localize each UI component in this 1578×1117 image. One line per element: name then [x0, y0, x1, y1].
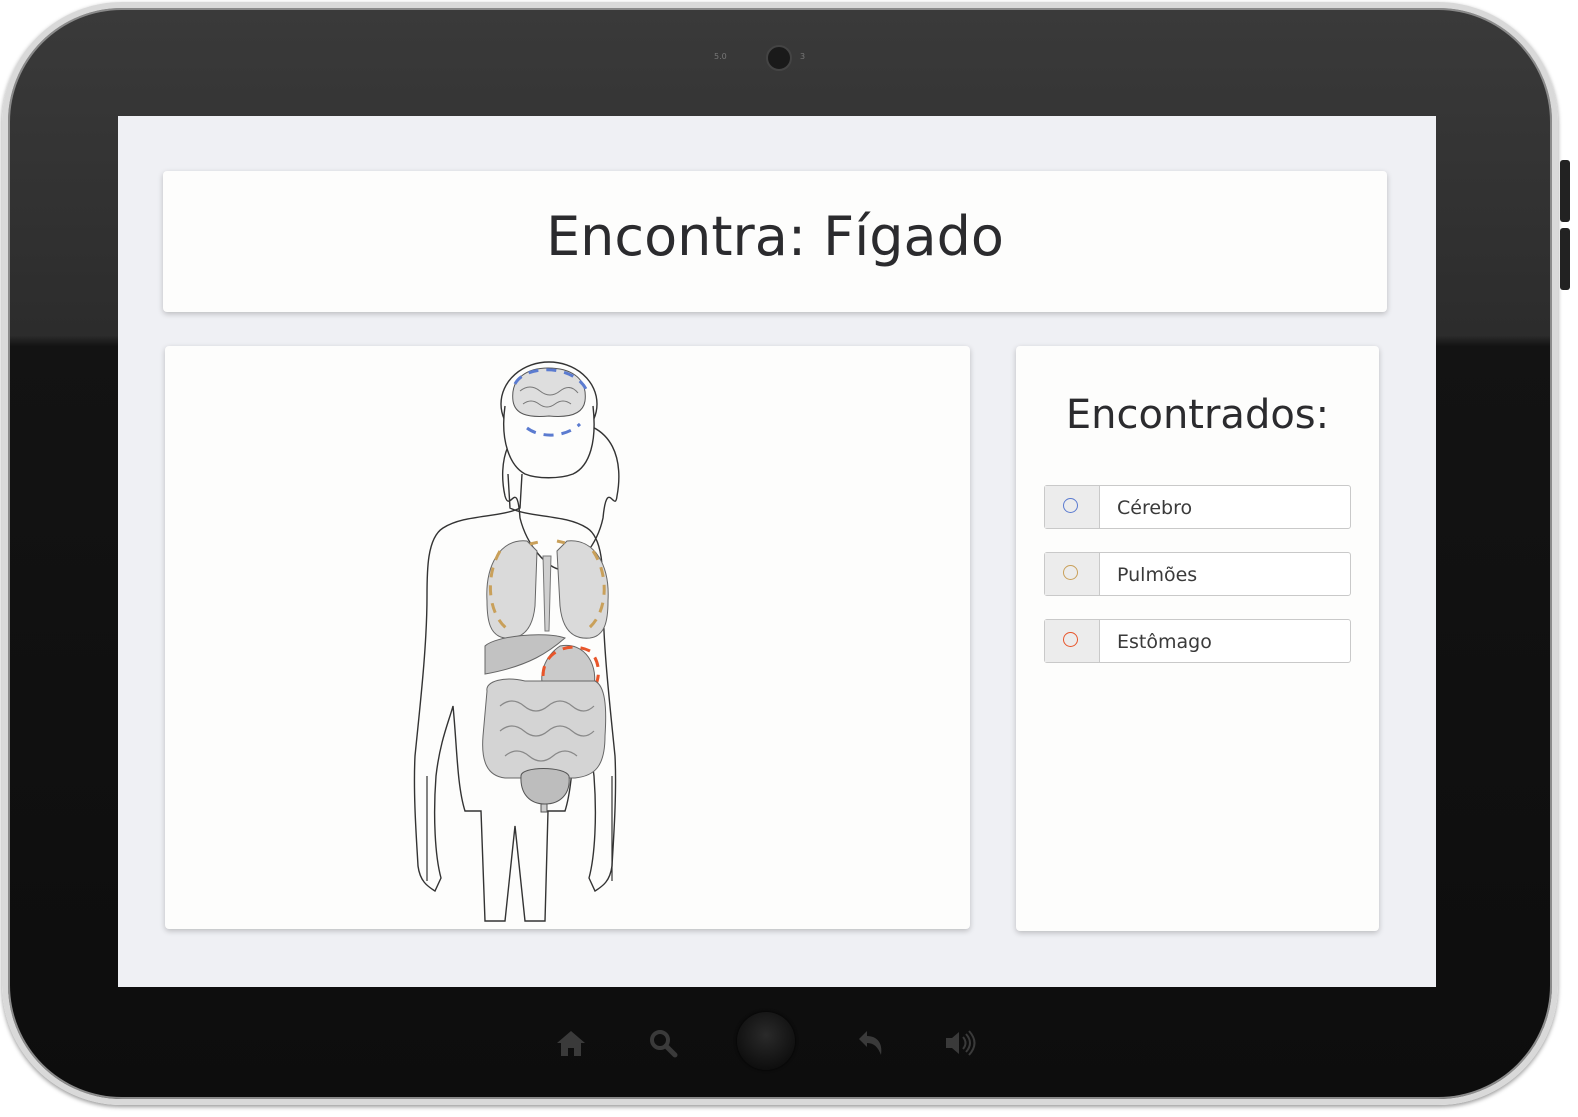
found-panel-title: Encontrados:: [1065, 392, 1330, 438]
lungs-organ: [486, 540, 538, 639]
volume-icon[interactable]: [942, 1025, 978, 1061]
screen: Encontra: Fígado Encontrados: Cérebro Pu…: [118, 116, 1436, 987]
human-body-diagram[interactable]: [165, 346, 970, 929]
found-item-label: Pulmões: [1117, 564, 1198, 586]
back-icon[interactable]: [853, 1025, 889, 1061]
power-button[interactable]: [1560, 160, 1570, 222]
found-item-icon-box: [1045, 620, 1100, 662]
intestines-organ: [482, 678, 607, 779]
found-item-estomago[interactable]: Estômago: [1044, 619, 1351, 663]
circle-icon: [1063, 632, 1078, 647]
page-title: Encontra: Fígado: [546, 205, 1004, 268]
found-item-label: Estômago: [1117, 631, 1212, 653]
camera-label-left: 5.0: [714, 52, 727, 61]
found-item-pulmoes[interactable]: Pulmões: [1044, 552, 1351, 596]
camera-label-right: 3: [800, 52, 806, 61]
volume-button[interactable]: [1560, 228, 1570, 290]
home-icon[interactable]: [553, 1025, 589, 1061]
found-item-icon-box: [1045, 486, 1100, 528]
brain-organ: [512, 367, 586, 417]
found-item-cerebro[interactable]: Cérebro: [1044, 485, 1351, 529]
found-item-icon-box: [1045, 553, 1100, 595]
found-item-label: Cérebro: [1117, 497, 1193, 519]
camera-icon: [766, 45, 792, 71]
body-image-panel[interactable]: [165, 346, 970, 929]
title-card: Encontra: Fígado: [163, 171, 1387, 312]
bladder-organ: [520, 768, 570, 805]
home-button[interactable]: [737, 1012, 795, 1070]
circle-icon: [1063, 565, 1078, 580]
search-icon[interactable]: [645, 1025, 681, 1061]
found-panel: Encontrados: Cérebro Pulmões Estômago: [1016, 346, 1379, 931]
circle-icon: [1063, 498, 1078, 513]
